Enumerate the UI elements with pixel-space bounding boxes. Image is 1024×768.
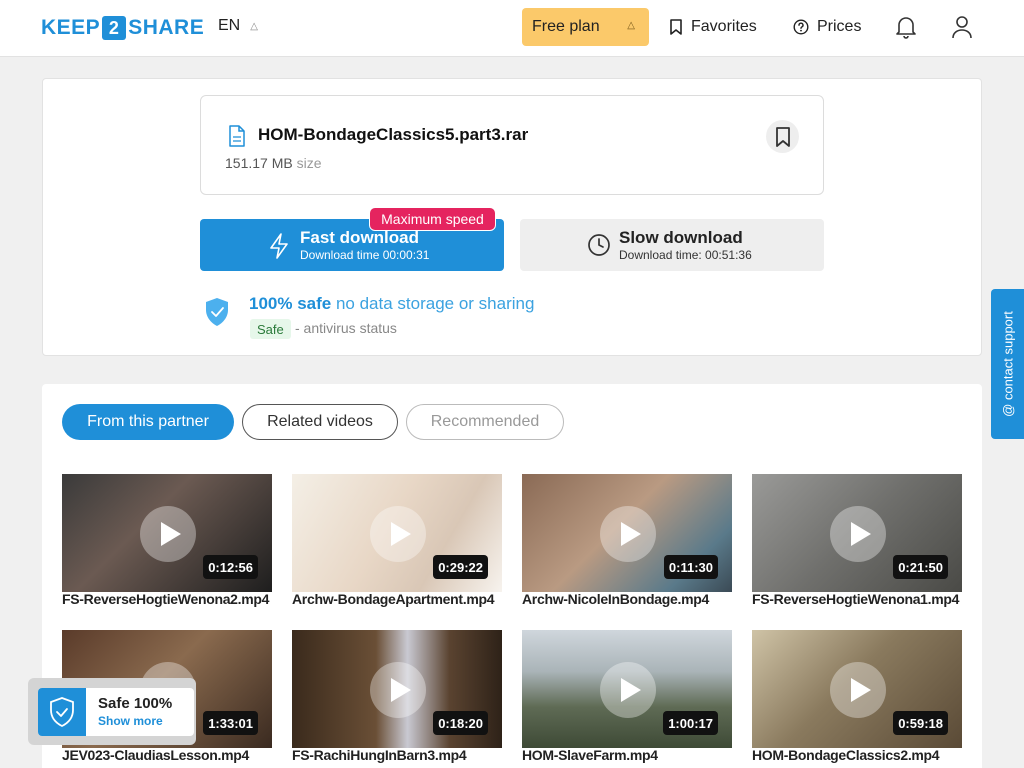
- video-duration: 0:59:18: [893, 711, 948, 735]
- contact-support-label: @ contact support: [1000, 311, 1015, 417]
- video-title[interactable]: JEV023-ClaudiasLesson.mp4: [62, 747, 274, 763]
- play-icon: [370, 662, 426, 718]
- play-icon: [600, 662, 656, 718]
- contact-support-button[interactable]: @ contact support: [991, 289, 1024, 439]
- language-label: EN: [218, 17, 241, 34]
- fast-download-time: Download time 00:00:31: [300, 248, 430, 262]
- favorites-label: Favorites: [691, 18, 757, 35]
- fast-download-title: Fast download: [300, 228, 419, 247]
- bookmark-icon: [670, 19, 682, 35]
- favorites-link[interactable]: Favorites: [669, 16, 757, 38]
- top-header: KEEP 2 SHARE EN △ Free plan △ Favorites …: [0, 0, 1024, 57]
- video-thumbnail[interactable]: 0:21:50: [752, 474, 962, 592]
- tab-recommended[interactable]: Recommended: [406, 404, 564, 440]
- chevron-up-icon: △: [627, 20, 635, 31]
- video-title[interactable]: FS-ReverseHogtieWenona1.mp4: [752, 591, 964, 607]
- video-duration: 0:21:50: [893, 555, 948, 579]
- prices-link[interactable]: Prices: [793, 16, 861, 38]
- play-icon: [830, 662, 886, 718]
- file-name: HOM-BondageClassics5.part3.rar: [258, 125, 529, 144]
- safety-statement: 100% safe no data storage or sharing: [249, 294, 534, 314]
- safety-strong: 100% safe: [249, 294, 332, 313]
- shield-check-icon: [206, 298, 228, 326]
- help-circle-icon: [793, 19, 809, 35]
- video-duration: 0:18:20: [433, 711, 488, 735]
- slow-download-button[interactable]: Slow download Download time: 00:51:36: [520, 219, 824, 271]
- video-duration: 1:33:01: [203, 711, 258, 735]
- video-duration: 0:29:22: [433, 555, 488, 579]
- user-icon[interactable]: [950, 14, 974, 40]
- language-selector[interactable]: EN △: [218, 17, 258, 35]
- safe-widget[interactable]: Safe 100% Show more: [28, 678, 196, 745]
- antivirus-status-label: - antivirus status: [295, 320, 397, 336]
- video-thumbnail[interactable]: 0:11:30: [522, 474, 732, 592]
- logo-text-2: 2: [102, 16, 127, 40]
- maximum-speed-badge: Maximum speed: [369, 207, 496, 231]
- slow-download-title: Slow download: [619, 228, 743, 247]
- tab-related-videos[interactable]: Related videos: [242, 404, 398, 440]
- antivirus-safe-badge: Safe: [250, 319, 291, 339]
- lightning-icon: [270, 233, 288, 259]
- file-size: 151.17 MB size: [225, 155, 322, 171]
- bell-icon[interactable]: [894, 14, 918, 40]
- keep2share-logo[interactable]: KEEP 2 SHARE: [41, 15, 204, 41]
- video-thumbnail[interactable]: 0:59:18: [752, 630, 962, 748]
- play-icon: [600, 506, 656, 562]
- safe-widget-inner: Safe 100% Show more: [38, 688, 194, 736]
- chevron-up-icon: △: [250, 20, 258, 32]
- file-icon: [229, 125, 245, 147]
- safe-widget-title: Safe 100%: [98, 695, 173, 712]
- prices-label: Prices: [817, 18, 862, 35]
- clock-icon: [588, 234, 610, 256]
- play-icon: [830, 506, 886, 562]
- video-title[interactable]: FS-RachiHungInBarn3.mp4: [292, 747, 504, 763]
- tab-from-this-partner[interactable]: From this partner: [62, 404, 234, 440]
- file-info-box: [200, 95, 824, 195]
- free-plan-button[interactable]: Free plan △: [522, 8, 649, 46]
- video-duration: 0:11:30: [663, 555, 718, 579]
- video-duration: 0:12:56: [203, 555, 258, 579]
- video-title[interactable]: FS-ReverseHogtieWenona2.mp4: [62, 591, 274, 607]
- plan-label: Free plan: [532, 18, 600, 35]
- logo-text-share: SHARE: [128, 16, 205, 39]
- video-title[interactable]: HOM-BondageClassics2.mp4: [752, 747, 964, 763]
- safe-widget-shield: [38, 688, 86, 736]
- shield-check-icon: [50, 697, 74, 728]
- safety-weak: no data storage or sharing: [335, 294, 535, 313]
- video-thumbnail[interactable]: 0:12:56: [62, 474, 272, 592]
- video-duration: 1:00:17: [663, 711, 718, 735]
- video-title[interactable]: Archw-NicoleInBondage.mp4: [522, 591, 734, 607]
- bookmark-icon: [775, 126, 790, 147]
- file-size-unit: size: [296, 155, 322, 171]
- video-thumbnail[interactable]: 0:29:22: [292, 474, 502, 592]
- video-thumbnail[interactable]: 0:18:20: [292, 630, 502, 748]
- video-thumbnail[interactable]: 1:00:17: [522, 630, 732, 748]
- logo-text-keep: KEEP: [41, 16, 101, 39]
- show-more-link[interactable]: Show more: [98, 714, 163, 728]
- slow-download-time: Download time: 00:51:36: [619, 248, 752, 262]
- play-icon: [140, 506, 196, 562]
- add-to-favorites-button[interactable]: [766, 120, 799, 153]
- video-title[interactable]: HOM-SlaveFarm.mp4: [522, 747, 734, 763]
- file-size-value: 151.17 MB: [225, 155, 293, 171]
- play-icon: [370, 506, 426, 562]
- video-title[interactable]: Archw-BondageApartment.mp4: [292, 591, 504, 607]
